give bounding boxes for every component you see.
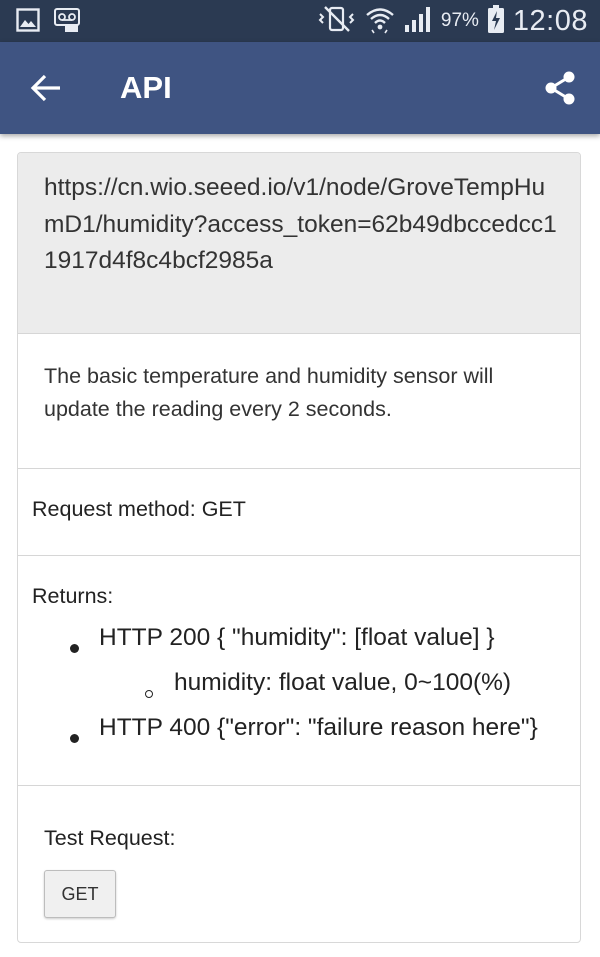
status-notifications: [16, 7, 80, 38]
endpoint-url: https://cn.wio.seeed.io/v1/node/GroveTem…: [44, 174, 557, 275]
request-method-section: Request method: GET: [18, 469, 580, 556]
voicemail-icon: [54, 7, 80, 38]
bullet-circle-icon: [145, 690, 153, 698]
bullet-disc-icon: [70, 734, 79, 743]
get-request-button[interactable]: GET: [44, 870, 116, 918]
returns-label: Returns:: [32, 584, 114, 608]
status-system-icons: 97% 12:08: [317, 4, 588, 38]
wifi-icon: [365, 4, 395, 39]
test-request-section: Test Request: GET: [18, 786, 580, 942]
share-icon: [545, 71, 575, 105]
gallery-icon: [16, 8, 40, 37]
arrow-back-icon: [30, 74, 60, 102]
bullet-disc-icon: [70, 644, 79, 653]
back-button[interactable]: [26, 68, 66, 108]
api-card: https://cn.wio.seeed.io/v1/node/GroveTem…: [17, 152, 581, 943]
page-title: API: [120, 70, 172, 105]
battery-charging-icon: [487, 4, 505, 39]
description-section: The basic temperature and humidity senso…: [18, 334, 580, 469]
clock: 12:08: [512, 5, 588, 37]
endpoint-header: https://cn.wio.seeed.io/v1/node/GroveTem…: [18, 153, 580, 334]
share-button[interactable]: [542, 70, 578, 106]
vibrate-icon: [317, 5, 357, 38]
test-request-label: Test Request:: [44, 826, 176, 850]
status-bar: 97% 12:08: [0, 0, 600, 42]
list-item: humidity: float value, 0~100(%): [174, 669, 512, 696]
list-item: HTTP 400 {"error": "failure reason here"…: [99, 714, 538, 741]
description-text: The basic temperature and humidity senso…: [44, 364, 494, 421]
signal-icon: [403, 5, 433, 38]
returns-section: Returns: HTTP 200 { "humidity": [float v…: [18, 556, 580, 786]
app-bar: API: [0, 42, 600, 134]
battery-percent: 97%: [440, 10, 479, 31]
request-method: Request method: GET: [32, 497, 246, 521]
list-item: HTTP 200 { "humidity": [float value] }: [99, 624, 495, 651]
